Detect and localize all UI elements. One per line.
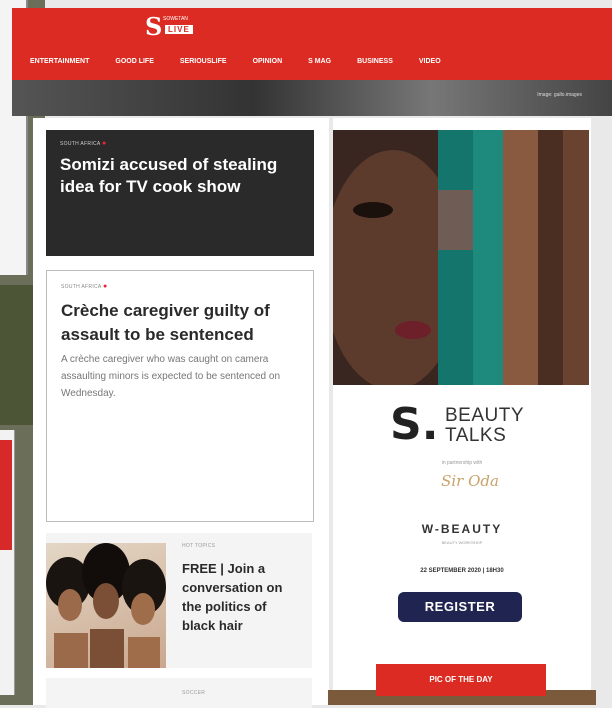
nav-item-business[interactable]: BUSINESS [357,58,393,74]
article-tag: HOT TOPICS [182,543,216,549]
event-date: 22 SEPTEMBER 2020 | 18H30 [420,568,504,574]
article-tag: SOUTH AFRICA ● [60,140,107,147]
nav-item-good-life[interactable]: GOOD LIFE [115,58,154,74]
sponsor-subtitle: BEAUTY WORKSHOP [441,540,483,545]
partner-signature-logo: Sir Oda [441,472,499,490]
header-banner-image [12,80,612,116]
article-headline[interactable]: FREE | Join a conversation on the politi… [182,559,302,635]
pic-of-the-day-label[interactable]: PIC OF THE DAY [376,664,546,696]
article-headline[interactable]: Somizi accused of stealing idea for TV c… [60,154,300,198]
article-tag: SOUTH AFRICA ● [61,283,108,290]
logo-letter: S [145,12,163,41]
main-nav: ENTERTAINMENT GOOD LIFE SERIOUSLIFE OPIN… [30,58,590,74]
register-button[interactable]: REGISTER [398,592,522,622]
article-card-creche[interactable]: SOUTH AFRICA ● Crèche caregiver guilty o… [46,270,314,522]
banner-credit: Image: gallo.images [537,92,582,98]
article-card-somizi[interactable]: SOUTH AFRICA ● Somizi accused of stealin… [46,130,314,256]
background-red-block [0,440,12,550]
site-logo[interactable]: S SOWETAN LIVE [145,14,215,40]
nav-item-s-mag[interactable]: S MAG [308,58,331,74]
article-tag: SOCCER [182,690,206,696]
ad-beauty-image[interactable] [333,130,589,385]
article-card-soccer[interactable]: SOCCER [46,678,312,708]
nav-item-seriouslife[interactable]: SERIOUSLIFE [180,58,227,74]
logo-live-box: LIVE [165,25,193,34]
article-summary: A crèche caregiver who was caught on cam… [61,354,281,399]
article-headline[interactable]: Crèche caregiver guilty of assault to be… [61,299,301,347]
site-header [12,8,612,88]
nav-item-opinion[interactable]: OPINION [253,58,283,74]
article-card-black-hair[interactable]: HOT TOPICS FREE | Join a conversation on… [46,533,312,668]
beauty-talks-mark: S. [390,399,439,450]
nav-item-video[interactable]: VIDEO [419,58,441,74]
background-plant-image [0,285,34,425]
beauty-talks-logo: S. BEAUTY TALKS [390,402,560,452]
logo-wordmark: SOWETAN [163,16,188,22]
beauty-talks-wordmark: BEAUTY TALKS [445,405,525,446]
sponsor-logo: W-BEAUTY [421,522,503,536]
nav-item-entertainment[interactable]: ENTERTAINMENT [30,58,89,74]
partner-text: in partnership with [441,460,483,466]
article-thumbnail[interactable] [46,543,166,668]
